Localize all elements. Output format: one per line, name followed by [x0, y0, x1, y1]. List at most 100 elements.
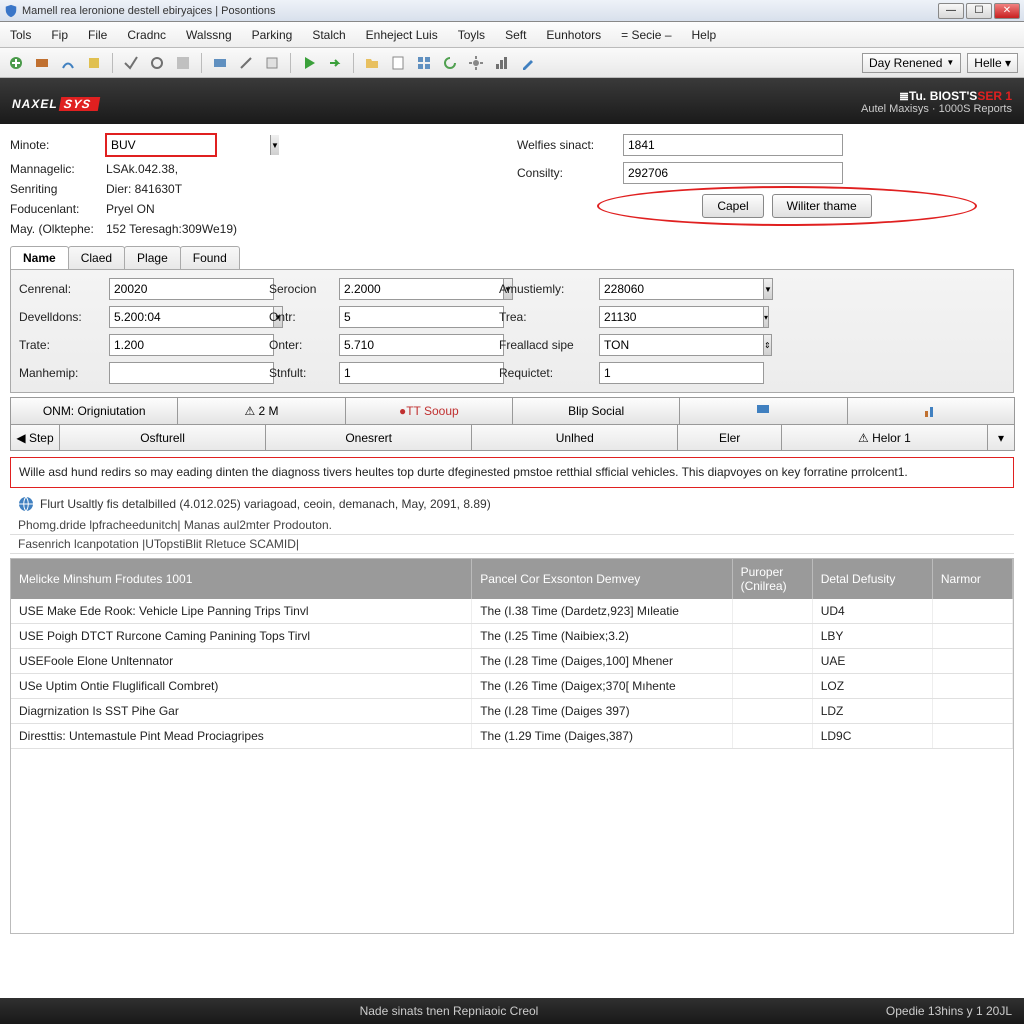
close-button[interactable]: ✕: [994, 3, 1020, 19]
trate-input[interactable]: [109, 334, 274, 356]
tb-icon-7[interactable]: [173, 53, 193, 73]
menu-fip[interactable]: Fip: [47, 26, 72, 44]
tb-edit-icon[interactable]: [518, 53, 538, 73]
stnfult-input[interactable]: [339, 362, 504, 384]
tb-ref-icon[interactable]: [440, 53, 460, 73]
trea-input[interactable]: [599, 306, 764, 328]
requictet-input[interactable]: [599, 362, 764, 384]
freallacd-arrow-icon[interactable]: ⇕: [764, 334, 772, 356]
menu-tols[interactable]: Tols: [6, 26, 35, 44]
tb-icon-2[interactable]: [32, 53, 52, 73]
warn-button[interactable]: ⚠ 2 M: [177, 397, 345, 425]
step-back-button[interactable]: ◀ Step: [10, 425, 60, 451]
trate-label: Trate:: [19, 338, 99, 352]
table-cell: Diresttis: Untemastule Pint Mead Prociag…: [11, 723, 472, 748]
trea-arrow-icon[interactable]: ▾: [764, 306, 769, 328]
table-row[interactable]: Diresttis: Untemastule Pint Mead Prociag…: [11, 723, 1013, 748]
menu-seft[interactable]: Seft: [501, 26, 530, 44]
may-label: May. (Olktephe:: [10, 222, 100, 236]
onesrert-button[interactable]: Onesrert: [265, 425, 472, 451]
table-row[interactable]: USE Poigh DTCT Rurcone Caming Panining T…: [11, 623, 1013, 648]
table-cell: The (I.25 Time (Naibiex;3.2): [472, 623, 732, 648]
th-3[interactable]: Puroper (Cnilrea): [732, 559, 812, 599]
minote-input[interactable]: [107, 135, 270, 155]
table-row[interactable]: Diagrnization Is SST Pihe GarThe (I.28 T…: [11, 698, 1013, 723]
subinfo-row: Flurt Usaltly fis detalbilled (4.012.025…: [10, 492, 1014, 516]
th-1[interactable]: Melicke Minshum Frodutes 1001: [11, 559, 472, 599]
table-row[interactable]: USE Make Ede Rook: Vehicle Lipe Panning …: [11, 599, 1013, 624]
tab-claed[interactable]: Claed: [68, 246, 125, 269]
welfies-input[interactable]: [623, 134, 843, 156]
eler-button[interactable]: Eler: [677, 425, 782, 451]
freallacd-input[interactable]: [599, 334, 764, 356]
tb-folder-icon[interactable]: [362, 53, 382, 73]
collapse-button[interactable]: ▾: [987, 425, 1015, 451]
tab-found[interactable]: Found: [180, 246, 240, 269]
th-4[interactable]: Detal Defusity: [812, 559, 932, 599]
blip-social-button[interactable]: Blip Social: [512, 397, 680, 425]
minote-dropdown[interactable]: ▼: [106, 134, 216, 156]
tb-play-icon[interactable]: [299, 53, 319, 73]
unlhed-button[interactable]: Unlhed: [471, 425, 678, 451]
helor-button[interactable]: ⚠ Helor 1: [781, 425, 988, 451]
onter-input[interactable]: [339, 334, 504, 356]
day-reviewed-label: Day Renened: [869, 56, 942, 70]
wiliter-button[interactable]: Wiliter thame: [772, 194, 872, 218]
th-2[interactable]: Pancel Cor Exsonton Demvey: [472, 559, 732, 599]
table-row[interactable]: USEFoole Elone UnltennatorThe (I.28 Time…: [11, 648, 1013, 673]
osfturell-button[interactable]: Osfturell: [59, 425, 266, 451]
table-row[interactable]: USe Uptim Ontie Fluglificall Combret)The…: [11, 673, 1013, 698]
serocion-input[interactable]: [339, 278, 504, 300]
amustiemly-arrow-icon[interactable]: ▼: [764, 278, 773, 300]
tt-sooup-button[interactable]: ●TT Sooup: [345, 397, 513, 425]
dropdown-arrow-icon[interactable]: ▼: [270, 135, 279, 155]
tb-gear-icon[interactable]: [466, 53, 486, 73]
tb-doc-icon[interactable]: [388, 53, 408, 73]
minimize-button[interactable]: —: [938, 3, 964, 19]
maximize-button[interactable]: ☐: [966, 3, 992, 19]
cenrenal-input[interactable]: [109, 278, 274, 300]
table-cell: The (I.28 Time (Daiges 397): [472, 698, 732, 723]
menu-stalch[interactable]: Stalch: [308, 26, 349, 44]
tb-icon-4[interactable]: [84, 53, 104, 73]
consilty-input[interactable]: [623, 162, 843, 184]
brand-subtitle: Autel Maxisys · 1000S Reports: [861, 103, 1012, 115]
tb-icon-10[interactable]: [262, 53, 282, 73]
tb-icon-6[interactable]: [147, 53, 167, 73]
tb-icon-8[interactable]: [210, 53, 230, 73]
th-5[interactable]: Narmor: [932, 559, 1012, 599]
tb-icon-5[interactable]: [121, 53, 141, 73]
menu-help[interactable]: Help: [688, 26, 721, 44]
tab-plage[interactable]: Plage: [124, 246, 181, 269]
action1-icon-button-2[interactable]: [847, 397, 1015, 425]
tb-chart-icon[interactable]: [492, 53, 512, 73]
tb-icon-9[interactable]: [236, 53, 256, 73]
tb-grid-icon[interactable]: [414, 53, 434, 73]
menu-file[interactable]: File: [84, 26, 111, 44]
menu-walssng[interactable]: Walssng: [182, 26, 236, 44]
menu-enheject[interactable]: Enheject Luis: [362, 26, 442, 44]
subline-1: Phomg.dride lpfracheedunitch| Manas aul2…: [10, 516, 1014, 535]
shield-icon: [4, 4, 18, 18]
tb-icon-3[interactable]: [58, 53, 78, 73]
menu-toyls[interactable]: Toyls: [454, 26, 489, 44]
day-reviewed-button[interactable]: Day Renened▼: [862, 53, 961, 73]
tb-icon-1[interactable]: [6, 53, 26, 73]
results-table-scroll[interactable]: Melicke Minshum Frodutes 1001 Pancel Cor…: [11, 559, 1013, 933]
ontr-input[interactable]: [339, 306, 504, 328]
manhemip-input[interactable]: [109, 362, 274, 384]
help-dropdown[interactable]: Helle ▾: [967, 53, 1018, 73]
menu-secie[interactable]: = Secie –: [617, 26, 675, 44]
onm-button[interactable]: ONM: Origniutation: [10, 397, 178, 425]
action-row-2: ◀ Step Osfturell Onesrert Unlhed Eler ⚠ …: [10, 425, 1014, 451]
develldons-input[interactable]: [109, 306, 274, 328]
tb-arrow-icon[interactable]: [325, 53, 345, 73]
menu-eunhotors[interactable]: Eunhotors: [542, 26, 605, 44]
amustiemly-input[interactable]: [599, 278, 764, 300]
freallacd-label: Freallacd sipe: [499, 338, 589, 352]
tab-name[interactable]: Name: [10, 246, 69, 269]
capel-button[interactable]: Capel: [702, 194, 763, 218]
menu-parking[interactable]: Parking: [248, 26, 297, 44]
menu-cradnc[interactable]: Cradnc: [123, 26, 170, 44]
action1-icon-button-1[interactable]: [679, 397, 847, 425]
